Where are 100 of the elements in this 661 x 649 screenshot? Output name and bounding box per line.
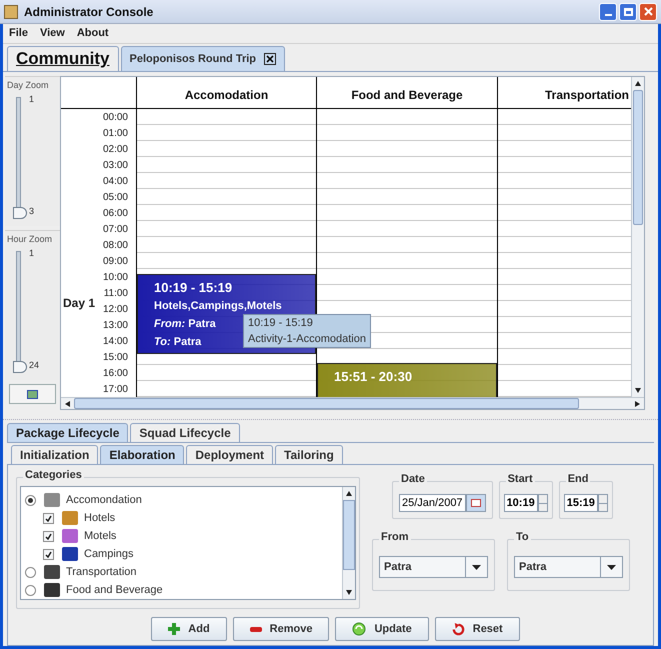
column-header: Food and Beverage: [351, 88, 463, 102]
spinner[interactable]: [538, 494, 548, 512]
window-title: Administrator Console: [24, 4, 154, 20]
hour-label: 14:00: [102, 337, 128, 347]
checkbox[interactable]: [43, 512, 54, 524]
close-icon: [644, 7, 652, 16]
event-text: From: Patra: [154, 317, 216, 332]
hour-label: 01:00: [102, 129, 128, 139]
tab[interactable]: Squad Lifecycle: [130, 423, 240, 442]
refresh-icon: [352, 622, 366, 636]
hour-label: 00:00: [102, 113, 128, 123]
maximize-button[interactable]: [619, 2, 637, 20]
caret-icon: [472, 564, 481, 570]
vertical-scrollbar[interactable]: [631, 77, 644, 397]
hour-label: 09:00: [102, 257, 128, 267]
hour-label: 02:00: [102, 145, 128, 155]
time-field[interactable]: 15:19: [564, 494, 598, 512]
minimize-button[interactable]: [599, 2, 617, 20]
hour-label: 03:00: [102, 161, 128, 171]
tab[interactable]: Initialization: [11, 445, 98, 464]
arrow-down-icon[interactable]: [346, 590, 352, 595]
radio-button[interactable]: [25, 494, 36, 506]
group-label: Categories: [23, 470, 84, 481]
fit-button[interactable]: [9, 384, 56, 404]
slider-max-label: 3: [29, 205, 34, 218]
tree-item[interactable]: Accomondation: [66, 492, 142, 508]
group-label: End: [566, 474, 590, 485]
zoom-slider[interactable]: [13, 96, 27, 218]
hour-label: 12:00: [102, 305, 128, 315]
hour-label: 05:00: [102, 193, 128, 203]
action-button[interactable]: Reset: [434, 617, 520, 641]
tab[interactable]: Peloponisos Round Trip: [120, 46, 285, 71]
horizontal-scrollbar[interactable]: [61, 397, 644, 409]
column-header: Accomodation: [184, 88, 268, 102]
dropdown[interactable]: Patra: [514, 556, 623, 578]
slider-max-label: 24: [29, 359, 40, 372]
tab[interactable]: Deployment: [186, 445, 274, 464]
tab[interactable]: Elaboration: [100, 445, 184, 464]
arrow-left-icon[interactable]: [65, 400, 70, 406]
close-icon[interactable]: [264, 53, 276, 65]
radio-button[interactable]: [25, 566, 36, 578]
hour-label: 13:00: [102, 321, 128, 331]
hour-label: 04:00: [102, 177, 128, 187]
zoom-slider[interactable]: [13, 250, 27, 372]
checkbox[interactable]: [43, 530, 54, 542]
dropdown[interactable]: Patra: [379, 556, 488, 578]
event-time: 15:51 - 20:30: [334, 368, 412, 386]
event-time: 10:19 - 15:19: [154, 279, 232, 298]
slider-label: Hour Zoom: [6, 233, 54, 246]
arrow-right-icon[interactable]: [635, 400, 640, 406]
hour-label: 10:00: [102, 273, 128, 283]
vertical-scrollbar[interactable]: [342, 487, 355, 599]
arrow-up-icon[interactable]: [635, 81, 641, 86]
menu-item[interactable]: About: [76, 25, 109, 42]
date-field[interactable]: 25/Jan/2007: [399, 494, 466, 512]
hour-label: 16:00: [102, 369, 128, 379]
column-header: Transportation: [544, 88, 629, 102]
tree-item[interactable]: Motels: [84, 528, 116, 544]
tree-item[interactable]: Hotels: [84, 510, 116, 526]
tree-item[interactable]: Campings: [84, 546, 134, 562]
hour-label: 11:00: [104, 289, 128, 299]
slider-min-label: 1: [29, 92, 34, 106]
menu-item[interactable]: File: [9, 25, 28, 42]
plus-icon: [168, 623, 180, 635]
day-label: Day 1: [63, 295, 96, 312]
action-button[interactable]: Update: [335, 617, 429, 641]
event-text: Hotels,Campings,Motels: [154, 299, 282, 314]
tab[interactable]: Community: [7, 46, 118, 71]
arrow-up-icon[interactable]: [346, 491, 352, 496]
caret-icon: [607, 564, 616, 570]
radio-button[interactable]: [25, 584, 36, 596]
slider-thumb[interactable]: [13, 360, 27, 372]
slider-min-label: 1: [29, 246, 36, 260]
undo-icon: [452, 622, 465, 636]
calendar-button[interactable]: [466, 494, 486, 512]
checkbox[interactable]: [43, 548, 54, 560]
close-button[interactable]: [639, 2, 657, 20]
slider-thumb[interactable]: [13, 206, 27, 218]
action-button[interactable]: Remove: [232, 617, 330, 641]
app-icon: [4, 4, 18, 18]
group-label: To: [514, 532, 531, 543]
action-button[interactable]: Add: [151, 617, 227, 641]
minus-icon: [250, 626, 262, 632]
fit-icon: [27, 390, 38, 398]
slider-label: Day Zoom: [6, 79, 50, 92]
menu-item[interactable]: View: [40, 25, 65, 42]
group-label: Date: [399, 474, 427, 485]
tab[interactable]: Tailoring: [275, 445, 343, 464]
time-field[interactable]: 10:19: [504, 494, 538, 512]
group-label: Start: [506, 474, 535, 485]
hour-label: 08:00: [102, 241, 128, 251]
event-text: To: Patra: [154, 335, 202, 350]
tree-item[interactable]: Transportation: [66, 564, 137, 580]
hour-label: 15:00: [102, 353, 128, 363]
tree-item[interactable]: Food and Beverage: [66, 582, 163, 598]
tab[interactable]: Package Lifecycle: [7, 423, 128, 442]
group-label: From: [379, 532, 410, 543]
arrow-down-icon[interactable]: [635, 388, 641, 393]
spinner[interactable]: [598, 494, 608, 512]
tooltip-time: 10:19 - 15:19: [248, 316, 313, 331]
